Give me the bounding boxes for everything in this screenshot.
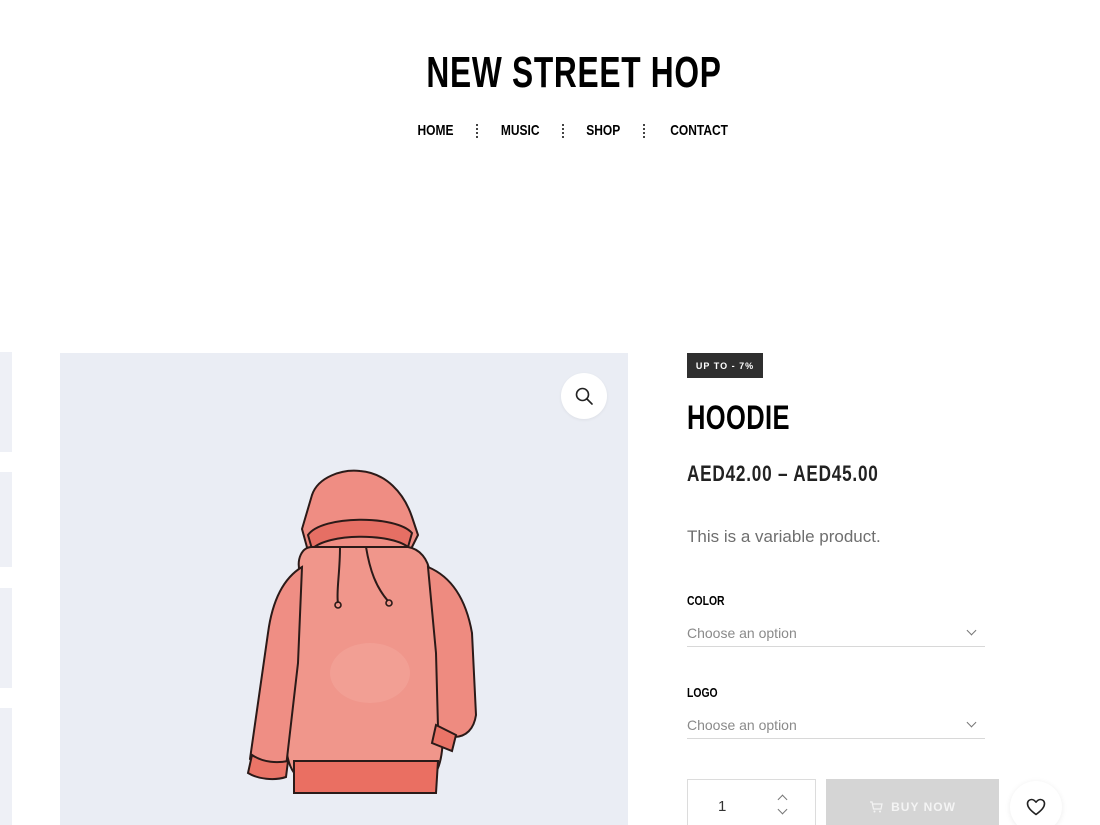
buy-now-button[interactable]: BUY NOW (826, 779, 999, 825)
color-select[interactable]: Choose an option (687, 619, 985, 647)
site-title[interactable]: NEW STREET HOP (161, 48, 988, 98)
heart-icon (1026, 798, 1046, 816)
sale-badge: UP TO - 7% (687, 353, 763, 378)
chevron-down-icon (966, 625, 977, 636)
wishlist-button[interactable] (1010, 781, 1062, 825)
gallery-thumbnail[interactable] (0, 472, 12, 567)
gallery-thumbnail[interactable] (0, 708, 12, 825)
zoom-button[interactable] (561, 373, 607, 419)
nav-separator (562, 123, 565, 138)
nav-contact[interactable]: CONTACT (667, 122, 731, 139)
nav-shop[interactable]: SHOP (583, 122, 623, 139)
product-gallery (60, 353, 628, 825)
buy-now-label: BUY NOW (891, 799, 956, 814)
logo-select[interactable]: Choose an option (687, 711, 985, 739)
logo-label: LOGO (687, 685, 718, 700)
color-label: COLOR (687, 593, 725, 608)
cart-icon (870, 800, 883, 812)
quantity-stepper[interactable]: 1 (687, 779, 816, 825)
quantity-input[interactable]: 1 (718, 798, 726, 815)
color-select-value: Choose an option (687, 624, 797, 641)
gallery-thumbnails (0, 352, 12, 825)
search-icon (575, 387, 593, 405)
hoodie-image[interactable] (190, 463, 490, 803)
main-nav: HOME MUSIC SHOP CONTACT (0, 122, 1100, 139)
nav-music[interactable]: MUSIC (498, 122, 543, 139)
logo-select-value: Choose an option (687, 716, 797, 733)
quantity-decrease-icon[interactable] (776, 806, 790, 818)
nav-separator (475, 123, 478, 138)
product-title: HOODIE (687, 399, 790, 437)
short-description: This is a variable product. (687, 527, 881, 546)
chevron-down-icon (966, 717, 977, 728)
gallery-thumbnail[interactable] (0, 352, 12, 452)
quantity-increase-icon[interactable] (776, 792, 790, 804)
price-range: AED42.00 – AED45.00 (687, 461, 879, 486)
nav-home[interactable]: HOME (414, 122, 456, 139)
gallery-thumbnail[interactable] (0, 588, 12, 688)
nav-separator (642, 123, 645, 138)
